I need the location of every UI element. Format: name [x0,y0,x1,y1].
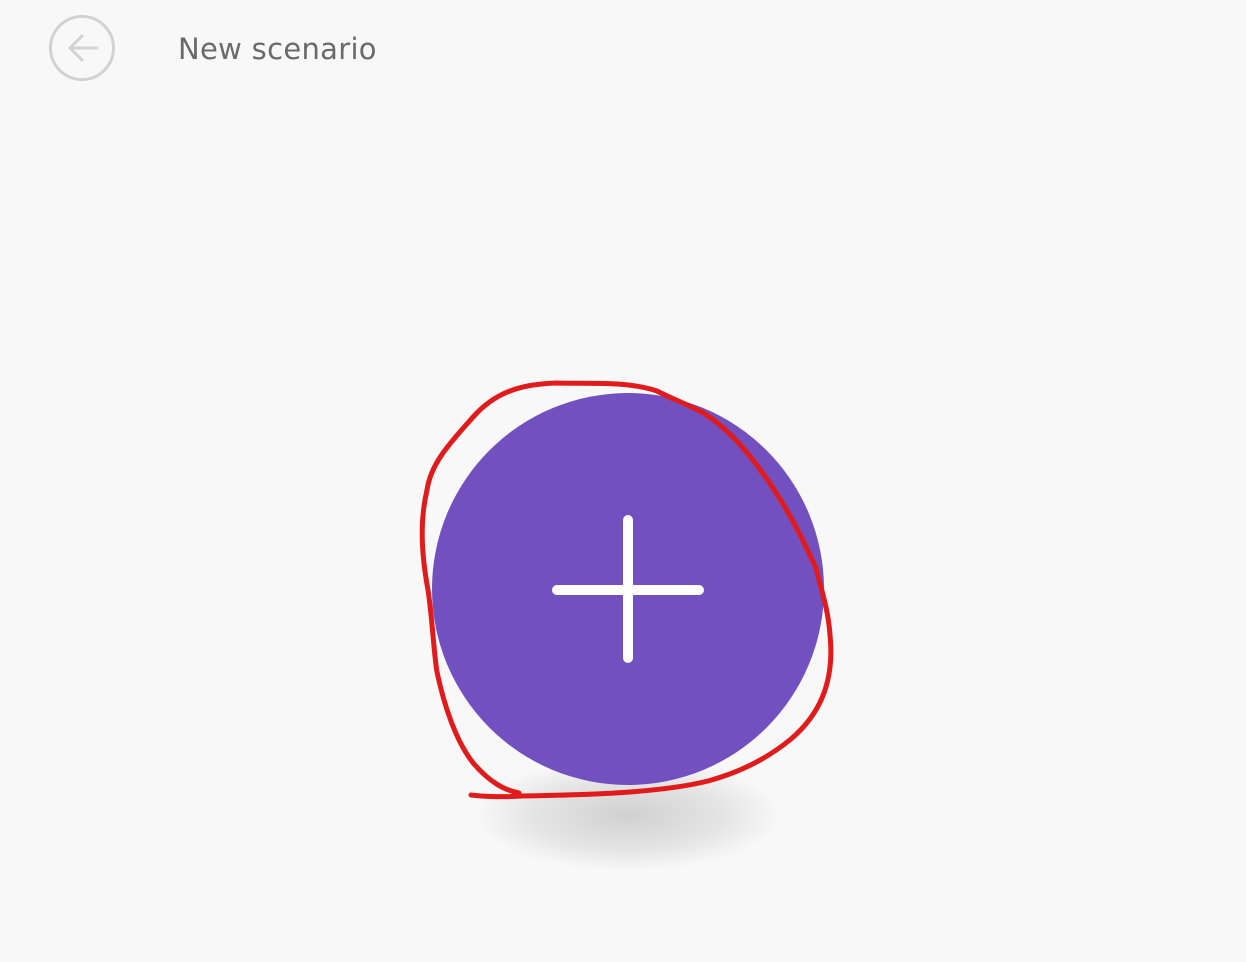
page-title: New scenario [178,32,377,66]
header: New scenario [0,0,1246,100]
add-scenario-button[interactable] [432,393,824,785]
back-button[interactable] [49,15,115,81]
arrow-left-icon [68,34,99,62]
scenario-page: New scenario [0,0,1246,962]
plus-icon [552,515,704,663]
